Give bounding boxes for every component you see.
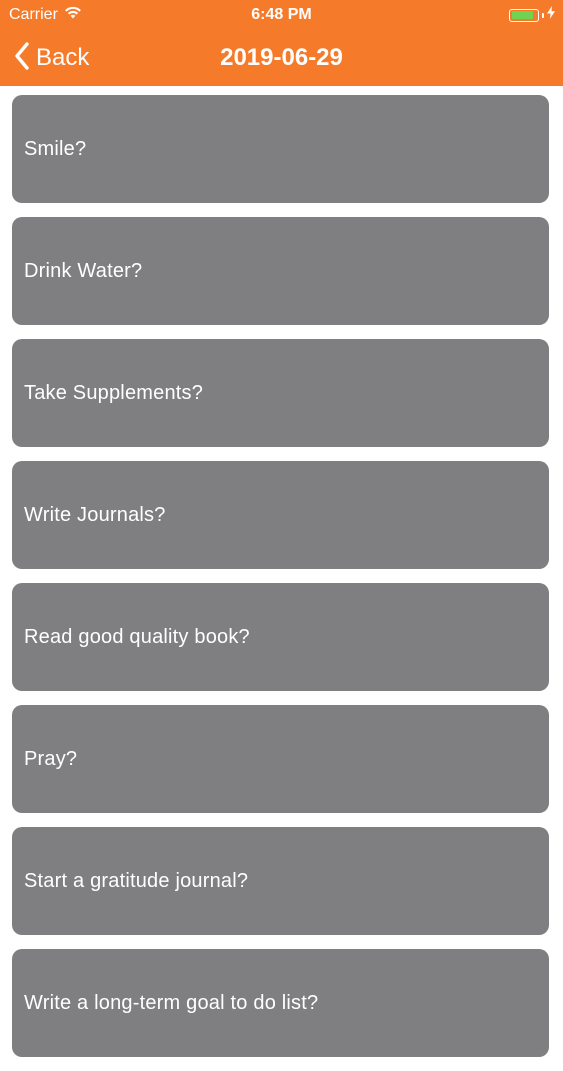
- habit-item-smile[interactable]: Smile?: [12, 95, 549, 203]
- battery-icon: [509, 8, 539, 22]
- status-time: 6:48 PM: [251, 6, 312, 23]
- habit-item-long-term-goal[interactable]: Write a long-term goal to do list?: [12, 949, 549, 1057]
- habit-item-take-supplements[interactable]: Take Supplements?: [12, 339, 549, 447]
- battery-level-fill: [511, 11, 533, 19]
- page-title: 2019-06-29: [220, 44, 343, 71]
- navigation-bar: Back 2019-06-29: [0, 30, 563, 86]
- habit-item-write-journals[interactable]: Write Journals?: [12, 461, 549, 569]
- battery-indicator: [509, 6, 555, 24]
- habit-label: Drink Water?: [24, 259, 143, 282]
- habit-item-read-book[interactable]: Read good quality book?: [12, 583, 549, 691]
- habit-item-gratitude-journal[interactable]: Start a gratitude journal?: [12, 827, 549, 935]
- habit-label: Start a gratitude journal?: [24, 869, 249, 892]
- habit-label: Write a long-term goal to do list?: [24, 991, 319, 1014]
- habit-item-drink-water[interactable]: Drink Water?: [12, 217, 549, 325]
- habit-list: Smile? Drink Water? Take Supplements? Wr…: [12, 95, 549, 1071]
- habit-label: Take Supplements?: [24, 381, 204, 404]
- habit-label: Pray?: [24, 747, 78, 770]
- status-bar: Carrier 6:48 PM: [0, 0, 563, 30]
- habit-label: Smile?: [24, 137, 87, 160]
- habit-item-pray[interactable]: Pray?: [12, 705, 549, 813]
- habit-label: Write Journals?: [24, 503, 166, 526]
- habit-label: Read good quality book?: [24, 625, 250, 648]
- battery-cap: [542, 12, 544, 18]
- bolt-icon: [547, 6, 555, 24]
